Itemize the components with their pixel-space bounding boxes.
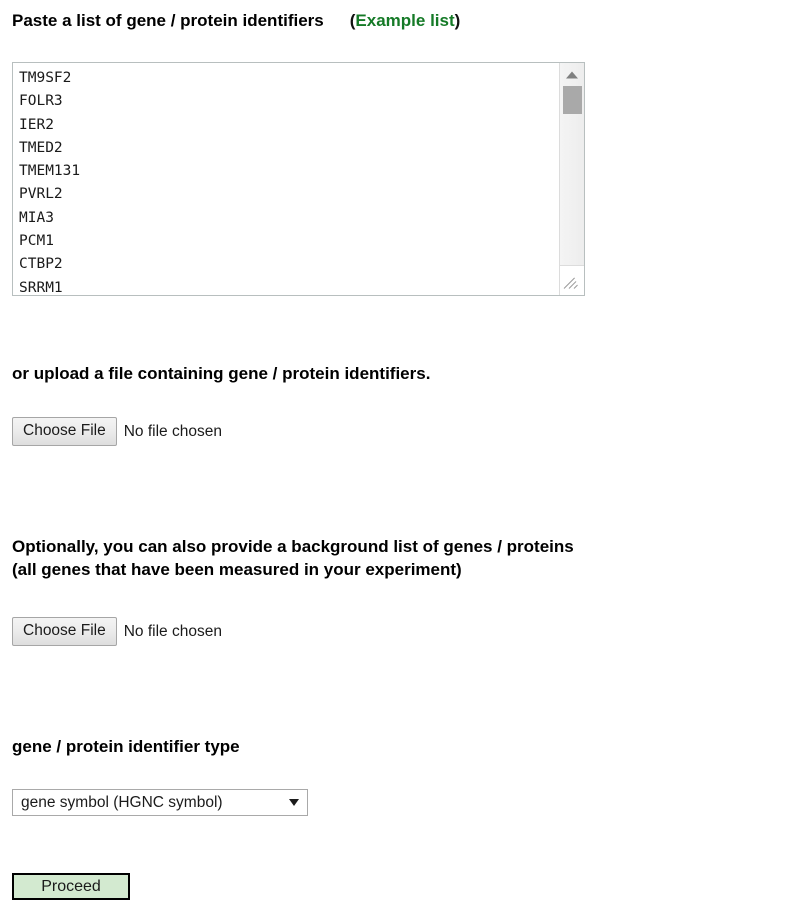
paste-list-heading: Paste a list of gene / protein identifie… (12, 9, 460, 32)
scroll-up-arrow-icon[interactable] (560, 65, 584, 85)
example-list-group: (Example list) (350, 11, 461, 30)
example-paren-close: ) (454, 11, 461, 30)
no-file-chosen-label: No file chosen (123, 422, 222, 440)
identifier-type-select[interactable]: gene symbol (HGNC symbol) (12, 789, 308, 816)
background-list-heading: Optionally, you can also provide a backg… (12, 535, 574, 581)
chevron-down-icon (289, 799, 299, 806)
gene-identifier-textarea[interactable]: TM9SF2 FOLR3 IER2 TMED2 TMEM131 PVRL2 MI… (12, 62, 585, 296)
background-file-input-row: Choose File No file chosen (12, 617, 222, 646)
background-list-heading-line1: Optionally, you can also provide a backg… (12, 537, 574, 556)
textarea-resize-grip-icon[interactable] (559, 265, 584, 295)
upload-file-heading: or upload a file containing gene / prote… (12, 364, 431, 383)
textarea-scrollbar[interactable] (559, 63, 584, 295)
identifier-type-selected-value: gene symbol (HGNC symbol) (21, 793, 223, 811)
proceed-button[interactable]: Proceed (12, 873, 130, 900)
textarea-scrollbar-thumb[interactable] (563, 86, 582, 114)
choose-background-file-button[interactable]: Choose File (12, 617, 117, 646)
gene-file-input-row: Choose File No file chosen (12, 417, 222, 446)
gene-identifier-textarea-value[interactable]: TM9SF2 FOLR3 IER2 TMED2 TMEM131 PVRL2 MI… (19, 67, 559, 293)
paste-list-heading-text: Paste a list of gene / protein identifie… (12, 11, 324, 30)
background-no-file-chosen-label: No file chosen (123, 622, 222, 640)
choose-file-button[interactable]: Choose File (12, 417, 117, 446)
example-list-link[interactable]: Example list (355, 11, 454, 30)
background-list-heading-line2: (all genes that have been measured in yo… (12, 560, 462, 579)
identifier-type-heading: gene / protein identifier type (12, 737, 240, 756)
